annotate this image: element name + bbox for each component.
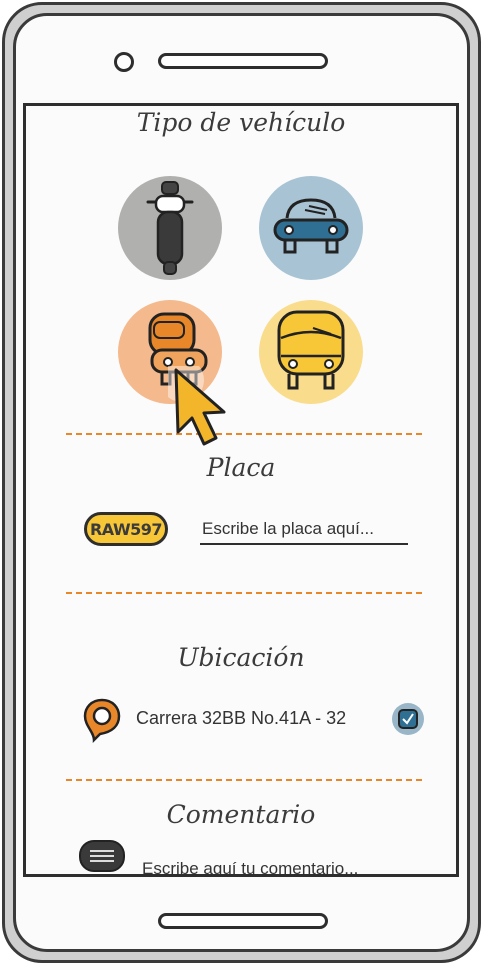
front-camera bbox=[114, 52, 134, 72]
home-button[interactable] bbox=[158, 913, 328, 929]
plate-badge: RAW597 bbox=[84, 512, 168, 546]
location-section-title: Ubicación bbox=[177, 643, 305, 672]
section-divider bbox=[66, 779, 422, 781]
comment-input[interactable] bbox=[142, 854, 402, 874]
truck-icon bbox=[148, 312, 208, 386]
vehicle-section-title: Tipo de vehículo bbox=[136, 108, 346, 137]
location-pin-icon bbox=[83, 698, 121, 744]
comment-bubble-icon bbox=[79, 840, 125, 872]
vehicle-option-car[interactable] bbox=[259, 176, 363, 280]
section-divider bbox=[66, 433, 422, 435]
location-address: Carrera 32BB No.41A - 32 bbox=[136, 708, 347, 728]
checkmark-icon bbox=[398, 709, 418, 729]
plate-input[interactable] bbox=[200, 515, 408, 545]
vehicle-option-truck[interactable] bbox=[118, 300, 222, 404]
app-screen: Tipo de vehículo Placa RAW597 Escribe la… bbox=[23, 103, 459, 877]
plate-section-title: Placa bbox=[206, 453, 276, 482]
location-confirm-checkbox[interactable] bbox=[392, 703, 424, 735]
vehicle-option-bus[interactable] bbox=[259, 300, 363, 404]
car-icon bbox=[273, 198, 349, 254]
comment-section-title: Comentario bbox=[166, 800, 316, 829]
section-divider bbox=[66, 592, 422, 594]
bus-icon bbox=[277, 310, 345, 390]
motorcycle-icon bbox=[146, 181, 194, 275]
vehicle-option-motorcycle[interactable] bbox=[118, 176, 222, 280]
phone-speaker bbox=[158, 53, 328, 69]
